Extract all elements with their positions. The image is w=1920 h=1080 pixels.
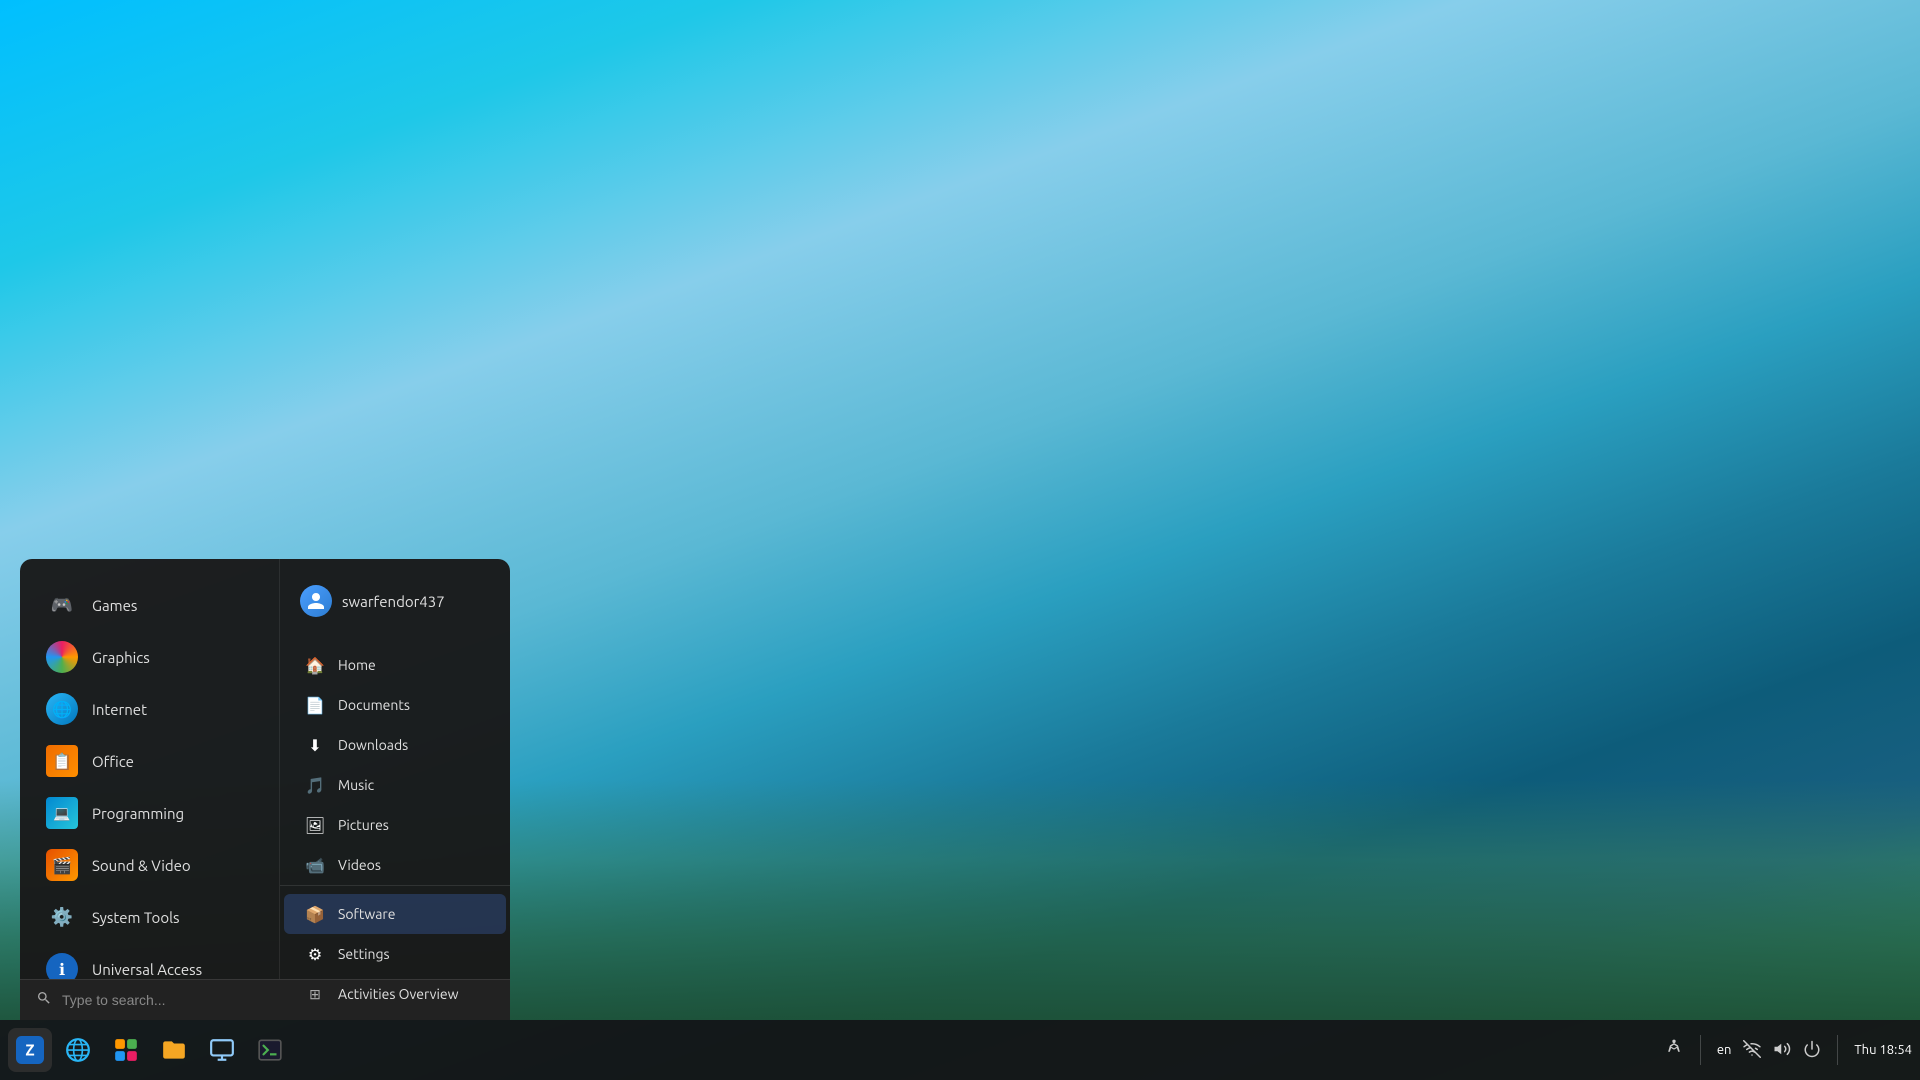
- taskbar-separator-2: [1837, 1035, 1838, 1065]
- settings-label: Settings: [338, 946, 390, 962]
- videos-icon: 📹: [304, 854, 326, 876]
- software-icon: 📦: [304, 903, 326, 925]
- files-icon: [161, 1037, 187, 1063]
- search-icon: [36, 990, 52, 1010]
- taskbar: Z: [0, 1020, 1920, 1080]
- volume-icon[interactable]: [1773, 1040, 1791, 1061]
- menu-item-universal-access[interactable]: ℹ Universal Access: [26, 943, 273, 979]
- documents-icon: 📄: [304, 694, 326, 716]
- programming-icon: 💻: [46, 797, 78, 829]
- browser-icon: [65, 1037, 91, 1063]
- home-label: Home: [338, 657, 376, 673]
- zorin-logo-icon: Z: [16, 1036, 44, 1064]
- accessibility-icon[interactable]: [1664, 1038, 1684, 1062]
- graphics-icon: [46, 641, 78, 673]
- documents-label: Documents: [338, 697, 410, 713]
- pictures-icon: 🖼: [304, 814, 326, 836]
- action-software[interactable]: 📦 Software: [284, 894, 506, 934]
- file-item-videos[interactable]: 📹 Videos: [284, 845, 506, 885]
- svg-text:Z: Z: [25, 1042, 34, 1059]
- system-tools-icon: ⚙️: [46, 901, 78, 933]
- files-button[interactable]: [152, 1028, 196, 1072]
- terminal-icon: [257, 1037, 283, 1063]
- system-tools-label: System Tools: [92, 909, 180, 926]
- appstore-button[interactable]: [104, 1028, 148, 1072]
- menu-item-internet[interactable]: 🌐 Internet: [26, 683, 273, 735]
- menu-item-games[interactable]: 🎮 Games: [26, 579, 273, 631]
- programming-label: Programming: [92, 805, 184, 822]
- universal-access-label: Universal Access: [92, 961, 202, 978]
- office-label: Office: [92, 753, 134, 770]
- screenshot-button[interactable]: [200, 1028, 244, 1072]
- browser-button[interactable]: [56, 1028, 100, 1072]
- taskbar-left: Z: [8, 1028, 1664, 1072]
- universal-access-icon: ℹ: [46, 953, 78, 979]
- file-item-pictures[interactable]: 🖼 Pictures: [284, 805, 506, 845]
- desktop: 🎮 Games Graphics 🌐 Internet 📋 Office 💻: [0, 0, 1920, 1080]
- file-item-documents[interactable]: 📄 Documents: [284, 685, 506, 725]
- file-item-downloads[interactable]: ⬇ Downloads: [284, 725, 506, 765]
- terminal-button[interactable]: [248, 1028, 292, 1072]
- music-label: Music: [338, 777, 374, 793]
- file-item-music[interactable]: 🎵 Music: [284, 765, 506, 805]
- games-icon: 🎮: [46, 589, 78, 621]
- action-settings[interactable]: ⚙ Settings: [284, 934, 506, 974]
- search-input[interactable]: [62, 992, 494, 1008]
- user-avatar: [300, 585, 332, 617]
- software-label: Software: [338, 906, 395, 922]
- sound-video-icon: 🎬: [46, 849, 78, 881]
- home-icon: 🏠: [304, 654, 326, 676]
- menu-item-graphics[interactable]: Graphics: [26, 631, 273, 683]
- file-item-home[interactable]: 🏠 Home: [284, 645, 506, 685]
- music-icon: 🎵: [304, 774, 326, 796]
- clock-time[interactable]: Thu 18:54: [1854, 1043, 1912, 1057]
- app-menu: 🎮 Games Graphics 🌐 Internet 📋 Office 💻: [20, 559, 510, 1020]
- menu-categories: 🎮 Games Graphics 🌐 Internet 📋 Office 💻: [20, 559, 280, 979]
- menu-right-panel: swarfendor437 🏠 Home 📄 Documents ⬇ Downl…: [280, 559, 510, 979]
- downloads-icon: ⬇: [304, 734, 326, 756]
- sound-video-label: Sound & Video: [92, 857, 191, 874]
- internet-icon: 🌐: [46, 693, 78, 725]
- games-label: Games: [92, 597, 137, 614]
- taskbar-separator-1: [1700, 1035, 1701, 1065]
- taskbar-right: en: [1664, 1035, 1912, 1065]
- zorin-menu-button[interactable]: Z: [8, 1028, 52, 1072]
- menu-item-programming[interactable]: 💻 Programming: [26, 787, 273, 839]
- settings-icon: ⚙: [304, 943, 326, 965]
- videos-label: Videos: [338, 857, 381, 873]
- graphics-label: Graphics: [92, 649, 150, 666]
- internet-label: Internet: [92, 701, 147, 718]
- pictures-label: Pictures: [338, 817, 389, 833]
- user-section[interactable]: swarfendor437: [280, 575, 510, 633]
- language-indicator[interactable]: en: [1717, 1043, 1732, 1057]
- username: swarfendor437: [342, 593, 445, 610]
- menu-item-sound-video[interactable]: 🎬 Sound & Video: [26, 839, 273, 891]
- menu-item-system-tools[interactable]: ⚙️ System Tools: [26, 891, 273, 943]
- office-icon: 📋: [46, 745, 78, 777]
- network-icon[interactable]: [1743, 1040, 1761, 1061]
- appstore-icon: [113, 1037, 139, 1063]
- downloads-label: Downloads: [338, 737, 408, 753]
- screenshot-icon: [209, 1037, 235, 1063]
- power-icon[interactable]: [1803, 1040, 1821, 1061]
- menu-item-office[interactable]: 📋 Office: [26, 735, 273, 787]
